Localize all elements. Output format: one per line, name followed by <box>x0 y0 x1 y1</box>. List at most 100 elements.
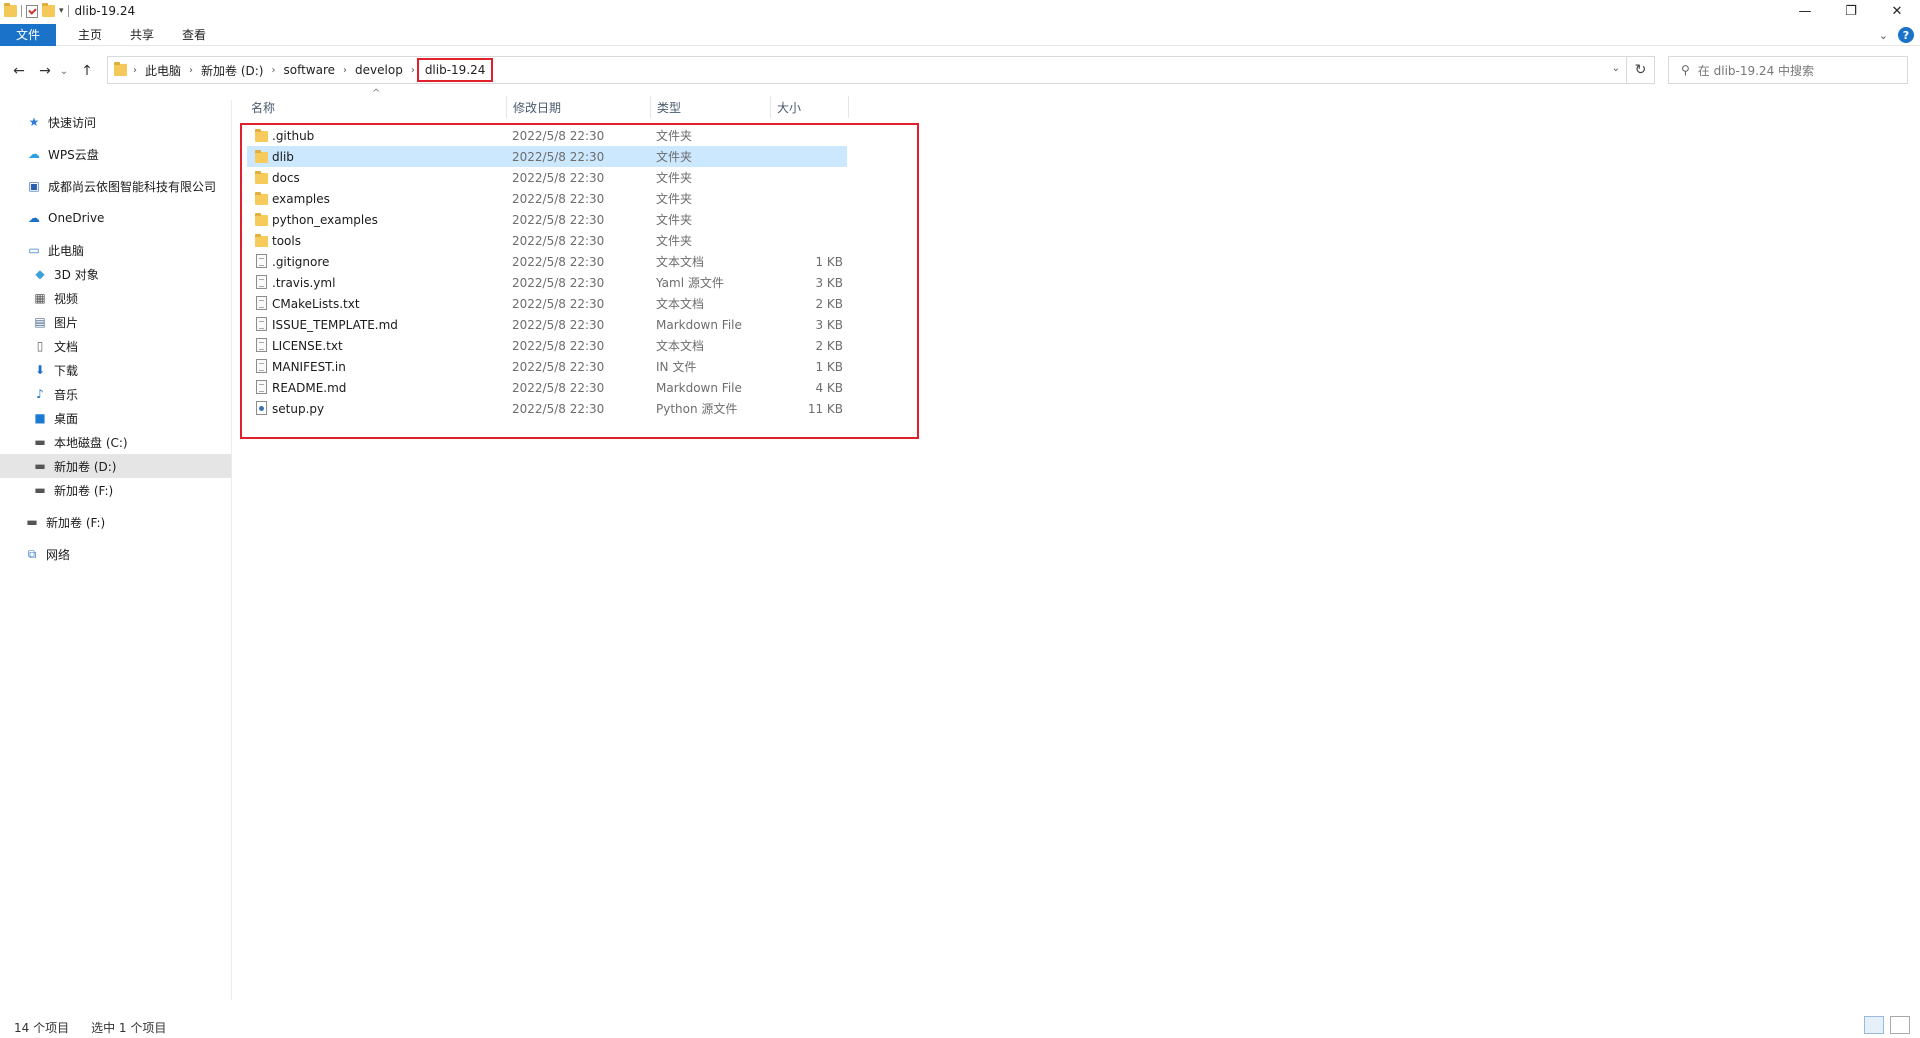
sidebar-item-label: 此电脑 <box>48 243 85 258</box>
sidebar-item-label: 新加卷 (F:) <box>46 515 106 530</box>
sidebar-item-label: 视频 <box>54 291 79 306</box>
ribbon-tabs: 文件 主页 共享 查看 ⌄ ? <box>0 23 1920 46</box>
sidebar-item-company[interactable]: ▣ 成都尚云依图智能科技有限公司 <box>0 174 231 198</box>
cube-icon: ◆ <box>35 267 45 281</box>
sidebar-item-desktop[interactable]: ■ 桌面 <box>0 406 231 430</box>
tab-view[interactable]: 查看 <box>168 24 220 46</box>
column-header-type[interactable]: 类型 <box>651 96 771 118</box>
expand-ribbon-icon[interactable]: ⌄ <box>1879 29 1888 42</box>
divider <box>21 5 22 17</box>
view-toggle <box>1864 1016 1910 1034</box>
sidebar-item-label: 文档 <box>54 339 79 354</box>
video-icon: ▦ <box>34 291 46 305</box>
forward-button[interactable]: → <box>33 59 57 83</box>
sidebar-item-label: 图片 <box>54 315 79 330</box>
up-button[interactable]: ↑ <box>75 59 99 83</box>
column-header-name[interactable]: 名称 <box>245 96 507 118</box>
drive-icon: ▬ <box>26 515 38 529</box>
large-icons-view-icon[interactable] <box>1890 1016 1910 1034</box>
sidebar-item-label: 新加卷 (F:) <box>54 483 114 498</box>
drive-icon: ▬ <box>34 483 46 497</box>
column-header-size[interactable]: 大小 <box>771 96 849 118</box>
selection-count: 选中 1 个项目 <box>91 1021 167 1035</box>
breadcrumb-current[interactable]: dlib-19.24 <box>416 58 494 82</box>
highlight-annotation <box>240 123 919 439</box>
chevron-right-icon[interactable]: › <box>187 65 195 76</box>
sidebar-item-drive-f-root[interactable]: ▬ 新加卷 (F:) <box>0 510 231 534</box>
help-icon[interactable]: ? <box>1898 27 1914 43</box>
navigation-bar: ← → ⌄ ↑ › 此电脑 › 新加卷 (D:) › software › de… <box>0 56 1920 86</box>
sidebar-item-network[interactable]: ⧉ 网络 <box>0 542 231 566</box>
sidebar-item-videos[interactable]: ▦ 视频 <box>0 286 231 310</box>
close-button[interactable]: ✕ <box>1874 0 1920 22</box>
status-bar: 14 个项目 选中 1 个项目 <box>14 1019 166 1036</box>
sidebar-item-this-pc[interactable]: ▭ 此电脑 <box>0 238 231 262</box>
sidebar-item-label: 桌面 <box>54 411 79 426</box>
music-icon: ♪ <box>36 387 44 401</box>
drive-icon: ▬ <box>34 435 46 449</box>
chevron-down-icon[interactable]: ⌄ <box>1612 63 1620 74</box>
folder-icon <box>114 62 127 76</box>
divider <box>67 5 69 17</box>
title-bar: ▾ dlib-19.24 — ❐ ✕ <box>0 0 1920 22</box>
document-icon: ▯ <box>36 339 44 353</box>
sidebar-item-documents[interactable]: ▯ 文档 <box>0 334 231 358</box>
item-count: 14 个项目 <box>14 1021 70 1035</box>
sidebar-item-pictures[interactable]: ▤ 图片 <box>0 310 231 334</box>
sidebar-item-music[interactable]: ♪ 音乐 <box>0 382 231 406</box>
sidebar-item-drive-f[interactable]: ▬ 新加卷 (F:) <box>0 478 231 502</box>
computer-icon: ▭ <box>28 243 40 257</box>
tab-home[interactable]: 主页 <box>64 24 116 46</box>
sidebar-item-label: 音乐 <box>54 387 79 402</box>
sidebar-item-drive-d[interactable]: ▬ 新加卷 (D:) <box>0 454 231 478</box>
search-box[interactable]: ⚲ 在 dlib-19.24 中搜索 <box>1668 56 1908 84</box>
sidebar-item-label: OneDrive <box>48 211 105 225</box>
maximize-button[interactable]: ❐ <box>1828 0 1874 22</box>
chevron-right-icon[interactable]: › <box>269 65 277 76</box>
desktop-icon: ■ <box>34 411 46 425</box>
cloud-icon: ☁ <box>28 147 40 161</box>
sidebar-item-label: WPS云盘 <box>48 147 99 162</box>
breadcrumb-software[interactable]: software <box>277 63 341 77</box>
sidebar-item-label: 网络 <box>46 547 71 562</box>
sidebar-item-wps-cloud[interactable]: ☁ WPS云盘 <box>0 142 231 166</box>
sidebar-item-label: 3D 对象 <box>54 267 99 282</box>
properties-icon[interactable] <box>26 4 38 18</box>
recent-locations-button[interactable]: ⌄ <box>57 59 71 83</box>
details-view-icon[interactable] <box>1864 1016 1884 1034</box>
company-icon: ▣ <box>28 179 40 193</box>
breadcrumb-develop[interactable]: develop <box>349 63 409 77</box>
sidebar-item-label: 新加卷 (D:) <box>54 459 117 474</box>
sidebar-item-quick-access[interactable]: ★ 快速访问 <box>0 110 231 134</box>
sidebar-item-label: 本地磁盘 (C:) <box>54 435 128 450</box>
tab-share[interactable]: 共享 <box>116 24 168 46</box>
folder-icon <box>4 3 17 17</box>
onedrive-icon: ☁ <box>28 211 40 225</box>
breadcrumb-this-pc[interactable]: 此电脑 <box>139 62 187 79</box>
sidebar-item-drive-c[interactable]: ▬ 本地磁盘 (C:) <box>0 430 231 454</box>
customize-toolbar-icon[interactable]: ▾ <box>59 6 64 16</box>
search-placeholder: 在 dlib-19.24 中搜索 <box>1697 63 1815 78</box>
sidebar-item-label: 下载 <box>54 363 79 378</box>
quick-access-toolbar: ▾ <box>0 3 69 18</box>
new-folder-icon[interactable] <box>42 3 55 17</box>
picture-icon: ▤ <box>34 315 46 329</box>
chevron-right-icon[interactable]: › <box>341 65 349 76</box>
refresh-button[interactable]: ↻ <box>1627 56 1655 84</box>
column-header-date[interactable]: 修改日期 <box>507 96 651 118</box>
drive-icon: ▬ <box>34 459 46 473</box>
breadcrumb-drive-d[interactable]: 新加卷 (D:) <box>195 62 269 79</box>
download-icon: ⬇ <box>34 363 46 377</box>
sidebar-item-3d-objects[interactable]: ◆ 3D 对象 <box>0 262 231 286</box>
network-icon: ⧉ <box>27 546 37 561</box>
navigation-pane: ★ 快速访问 ☁ WPS云盘 ▣ 成都尚云依图智能科技有限公司 ☁ OneDri… <box>0 100 232 1000</box>
tab-file[interactable]: 文件 <box>0 23 56 46</box>
back-button[interactable]: ← <box>7 59 31 83</box>
chevron-right-icon[interactable]: › <box>131 65 139 76</box>
address-bar[interactable]: › 此电脑 › 新加卷 (D:) › software › develop › … <box>107 56 1627 84</box>
minimize-button[interactable]: — <box>1782 0 1828 22</box>
chevron-right-icon[interactable]: › <box>409 65 417 76</box>
sidebar-item-onedrive[interactable]: ☁ OneDrive <box>0 206 231 230</box>
sidebar-item-downloads[interactable]: ⬇ 下载 <box>0 358 231 382</box>
search-icon: ⚲ <box>1681 63 1690 77</box>
